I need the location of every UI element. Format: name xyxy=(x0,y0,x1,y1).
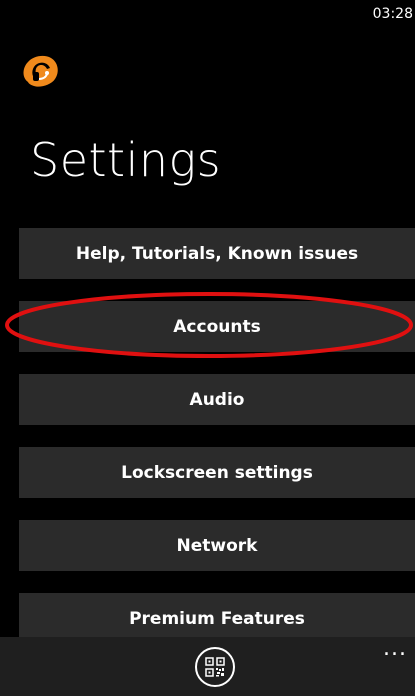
status-bar-time: 03:28 xyxy=(372,6,413,22)
page-title: Settings xyxy=(30,133,222,187)
more-options-button[interactable]: ... xyxy=(383,638,407,660)
settings-menu: Help, Tutorials, Known issues Accounts A… xyxy=(19,228,415,666)
qr-code-icon xyxy=(205,657,225,677)
app-bar: ... xyxy=(0,637,415,696)
accounts-button[interactable]: Accounts xyxy=(19,301,415,352)
lockscreen-settings-button[interactable]: Lockscreen settings xyxy=(19,447,415,498)
headset-logo-icon xyxy=(20,52,62,88)
network-button[interactable]: Network xyxy=(19,520,415,571)
qr-code-button[interactable] xyxy=(195,647,235,687)
help-tutorials-button[interactable]: Help, Tutorials, Known issues xyxy=(19,228,415,279)
audio-button[interactable]: Audio xyxy=(19,374,415,425)
